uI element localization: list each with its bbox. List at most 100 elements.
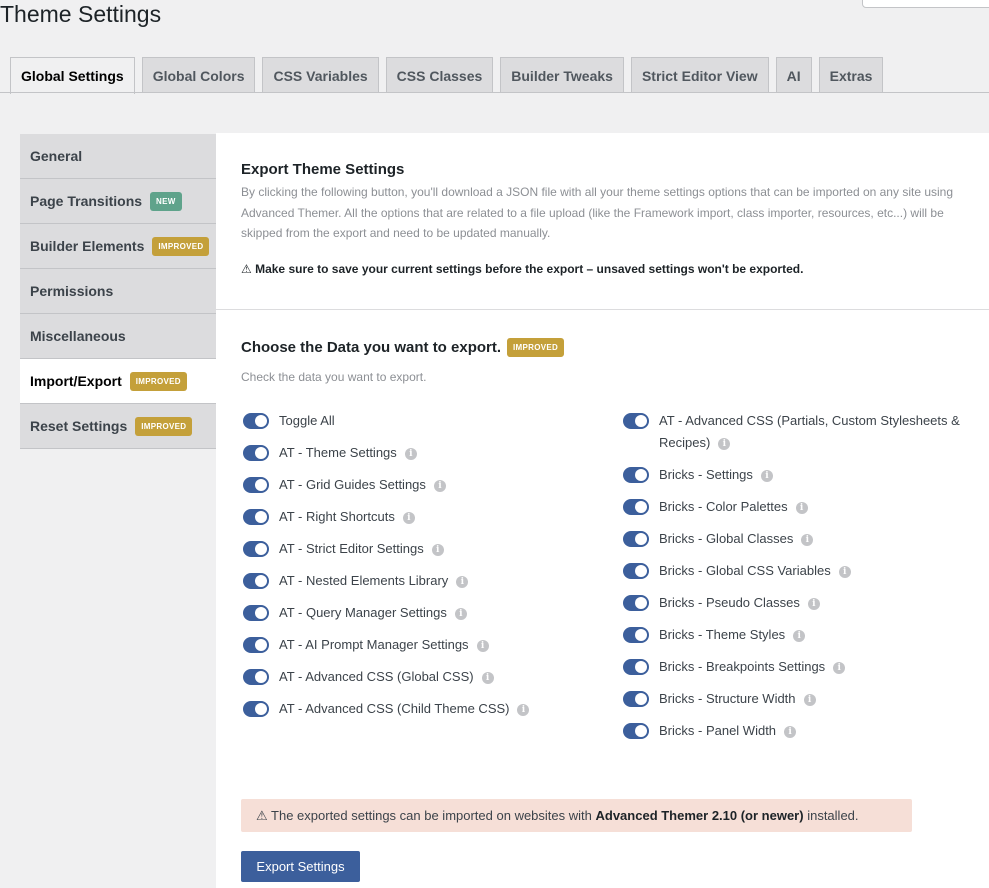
toggle-switch[interactable] [623,413,649,429]
toggle-all-switch[interactable] [243,413,269,429]
sidebar-item-miscellaneous[interactable]: Miscellaneous [20,314,216,359]
export-warning: ⚠ Make sure to save your current setting… [241,261,804,276]
info-icon[interactable]: i [838,566,851,578]
info-icon[interactable]: i [454,608,467,620]
toggle-switch[interactable] [243,701,269,717]
export-panel: Export Theme Settings By clicking the fo… [216,133,989,888]
toggle-switch[interactable] [623,627,649,643]
toggle-row-bricks-breakpoints: Bricks - Breakpoints Settings i [623,659,984,691]
info-icon[interactable]: i [784,726,797,738]
info-icon[interactable]: i [433,480,446,492]
info-icon[interactable]: i [402,512,415,524]
toggle-switch[interactable] [243,669,269,685]
info-icon[interactable]: i [807,598,820,610]
toggle-switch[interactable] [243,637,269,653]
toggle-switch[interactable] [243,541,269,557]
info-icon[interactable]: i [404,448,417,460]
toggle-row-nested-elements: AT - Nested Elements Library i [243,573,529,605]
info-icon[interactable]: i [718,438,731,450]
notice-prefix: ⚠ The exported settings can be imported … [256,807,592,823]
info-icon[interactable]: i [476,640,489,652]
toggle-label: AT - Advanced CSS (Child Theme CSS) [279,701,510,716]
toggle-label: AT - Grid Guides Settings [279,477,426,492]
sidebar-item-general[interactable]: General [20,134,216,179]
info-icon[interactable]: i [481,672,494,684]
info-icon[interactable]: i [793,630,806,642]
tab-css-variables[interactable]: CSS Variables [262,57,379,93]
info-icon[interactable]: i [517,704,530,716]
toggle-switch[interactable] [243,477,269,493]
toggle-row-bricks-color-palettes: Bricks - Color Palettes i [623,499,984,531]
toggle-switch[interactable] [623,691,649,707]
improved-badge: IMPROVED [135,416,193,436]
choose-data-title: Choose the Data you want to export. [241,338,502,356]
export-description: By clicking the following button, you'll… [241,185,954,240]
sidebar-item-import-export[interactable]: Import/Export IMPROVED [20,359,216,404]
toggle-label: Bricks - Pseudo Classes [659,595,800,610]
toggle-row-grid-guides: AT - Grid Guides Settings i [243,477,529,509]
info-icon[interactable]: i [833,662,846,674]
toggle-label: AT - Query Manager Settings [279,605,447,620]
toggle-switch[interactable] [623,659,649,675]
toggle-row-bricks-panel-width: Bricks - Panel Width i [623,723,984,755]
tab-builder-tweaks[interactable]: Builder Tweaks [500,57,624,93]
export-title: Export Theme Settings [241,161,405,178]
toggle-switch[interactable] [623,531,649,547]
tab-css-classes[interactable]: CSS Classes [385,57,494,93]
sidebar-item-label: Reset Settings [30,418,128,434]
toggle-column-left: Toggle All AT - Theme Settings i AT - Gri… [243,413,530,733]
info-icon[interactable]: i [431,544,444,556]
info-icon[interactable]: i [803,694,816,706]
toggle-label: AT - Theme Settings [279,445,397,460]
toggle-row-right-shortcuts: AT - Right Shortcuts i [243,509,529,541]
toggle-switch[interactable] [243,445,269,461]
improved-badge: IMPROVED [507,338,565,357]
info-icon[interactable]: i [760,470,773,482]
toggle-column-right: AT - Advanced CSS (Partials, Custom Styl… [623,413,984,755]
tab-strict-editor-view[interactable]: Strict Editor View [630,57,769,93]
sidebar-item-label: Miscellaneous [30,328,126,344]
page-title: Theme Settings [0,1,162,27]
search-input[interactable] [862,0,989,8]
toggle-label: AT - Advanced CSS (Partials, Custom Styl… [659,413,960,450]
toggle-switch[interactable] [243,573,269,589]
export-settings-button[interactable]: Export Settings [241,851,360,882]
toggle-row-bricks-theme-styles: Bricks - Theme Styles i [623,627,984,659]
tab-global-colors[interactable]: Global Colors [141,57,256,93]
toggle-row-strict-editor: AT - Strict Editor Settings i [243,541,529,573]
tab-global-settings[interactable]: Global Settings [10,57,135,94]
info-icon[interactable]: i [795,502,808,514]
toggle-switch[interactable] [623,467,649,483]
toggle-switch[interactable] [623,723,649,739]
toggle-switch[interactable] [243,605,269,621]
export-section: Export Theme Settings By clicking the fo… [241,161,981,276]
toggle-row-advanced-css-partials: AT - Advanced CSS (Partials, Custom Styl… [623,413,984,467]
info-icon[interactable]: i [801,534,814,546]
toggle-switch[interactable] [623,563,649,579]
improved-badge: IMPROVED [129,371,187,391]
toggle-label: Bricks - Panel Width [659,723,777,738]
sidebar-item-label: Permissions [30,283,114,299]
info-icon[interactable]: i [456,576,469,588]
section-divider [216,309,989,310]
sidebar: General Page Transitions NEW Builder Ele… [20,134,216,449]
sidebar-item-permissions[interactable]: Permissions [20,269,216,314]
toggle-row-ai-prompt-manager: AT - AI Prompt Manager Settings i [243,637,529,669]
toggle-label: AT - Advanced CSS (Global CSS) [279,669,474,684]
toggle-label: Toggle All [279,413,335,428]
tab-ai[interactable]: AI [775,57,812,93]
toggle-switch[interactable] [623,499,649,515]
sidebar-item-reset-settings[interactable]: Reset Settings IMPROVED [20,404,216,449]
choose-data-subtitle: Check the data you want to export. [241,370,427,384]
improved-badge: IMPROVED [152,236,210,256]
tab-extras[interactable]: Extras [818,57,884,93]
toggle-label: Bricks - Theme Styles [659,627,786,642]
toggle-switch[interactable] [243,509,269,525]
toggle-label: Bricks - Global Classes [659,531,794,546]
toggle-switch[interactable] [623,595,649,611]
toggle-label: AT - Right Shortcuts [279,509,395,524]
toggle-label: AT - Nested Elements Library [279,573,449,588]
sidebar-item-label: Import/Export [30,373,122,389]
sidebar-item-page-transitions[interactable]: Page Transitions NEW [20,179,216,224]
sidebar-item-builder-elements[interactable]: Builder Elements IMPROVED [20,224,216,269]
